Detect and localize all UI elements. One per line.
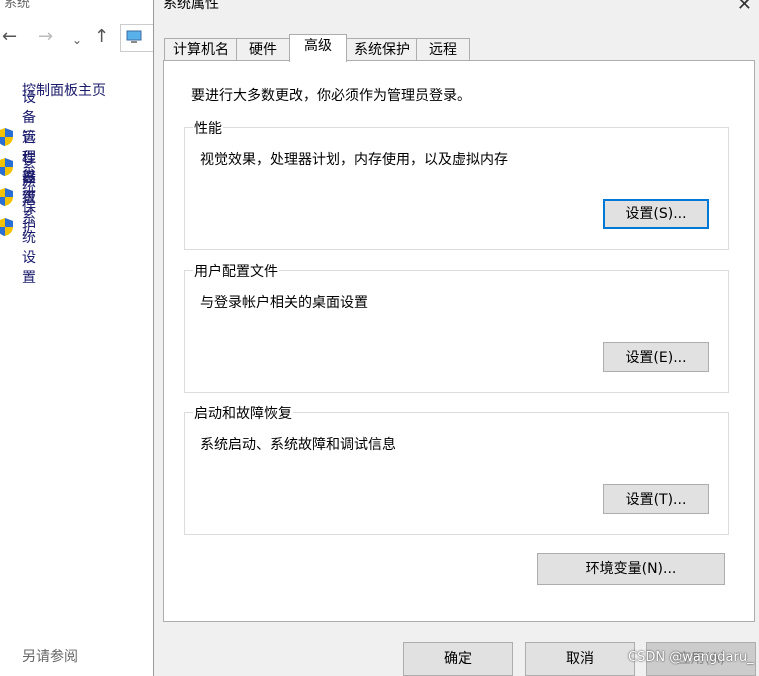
group-title: 启动和故障恢复 bbox=[193, 403, 293, 423]
shield-icon bbox=[0, 158, 13, 176]
tab-advanced[interactable]: 高级 bbox=[289, 34, 347, 62]
watermark-text: CSDN @wangdaru_ bbox=[628, 650, 754, 665]
user-profiles-group: 用户配置文件 与登录帐户相关的桌面设置 设置(E)... bbox=[184, 261, 729, 393]
shield-icon bbox=[0, 218, 13, 236]
group-title: 性能 bbox=[193, 118, 223, 138]
tab-hardware[interactable]: 硬件 bbox=[236, 38, 290, 61]
environment-variables-button[interactable]: 环境变量(N)... bbox=[537, 553, 725, 585]
back-icon[interactable]: ← bbox=[2, 27, 17, 47]
ok-button[interactable]: 确定 bbox=[403, 642, 513, 676]
group-title: 用户配置文件 bbox=[193, 261, 279, 281]
tab-remote[interactable]: 远程 bbox=[416, 38, 470, 61]
tab-computer-name[interactable]: 计算机名 bbox=[164, 38, 238, 61]
cancel-button[interactable]: 取消 bbox=[525, 642, 635, 676]
group-description: 系统启动、系统故障和调试信息 bbox=[200, 437, 396, 453]
chevron-down-icon[interactable]: ⌄ bbox=[72, 30, 82, 50]
performance-settings-button[interactable]: 设置(S)... bbox=[603, 199, 709, 229]
user-profiles-settings-button[interactable]: 设置(E)... bbox=[603, 342, 709, 372]
performance-group: 性能 视觉效果，处理器计划，内存使用，以及虚拟内存 设置(S)... bbox=[184, 118, 729, 250]
tab-system-protection[interactable]: 系统保护 bbox=[346, 38, 418, 61]
system-properties-dialog: 系统属性 ✕ 计算机名 硬件 高级 系统保护 远程 要进行大多数更改，你必须作为… bbox=[153, 0, 759, 676]
startup-recovery-settings-button[interactable]: 设置(T)... bbox=[603, 484, 709, 514]
admin-note: 要进行大多数更改，你必须作为管理员登录。 bbox=[191, 88, 471, 104]
up-icon[interactable]: ↑ bbox=[94, 27, 109, 47]
shield-icon bbox=[0, 188, 13, 206]
computer-icon bbox=[126, 30, 142, 43]
sidebar-item-label: 高级系统设置 bbox=[22, 170, 36, 286]
advanced-tab-panel: 要进行大多数更改，你必须作为管理员登录。 性能 视觉效果，处理器计划，内存使用，… bbox=[163, 60, 755, 622]
window-title: 系统 bbox=[4, 0, 31, 11]
startup-recovery-group: 启动和故障恢复 系统启动、系统故障和调试信息 设置(T)... bbox=[184, 403, 729, 535]
group-description: 视觉效果，处理器计划，内存使用，以及虚拟内存 bbox=[200, 152, 508, 168]
forward-icon[interactable]: → bbox=[38, 27, 53, 47]
control-panel-window: 系统 ← → ⌄ ↑ 控制面板主页 设备管理器 远程设置 系统保护 高级系统设置… bbox=[0, 0, 161, 676]
group-description: 与登录帐户相关的桌面设置 bbox=[200, 295, 368, 311]
dialog-title: 系统属性 bbox=[163, 0, 219, 12]
shield-icon bbox=[0, 128, 13, 146]
close-icon[interactable]: ✕ bbox=[737, 0, 752, 15]
see-also-heading: 另请参阅 bbox=[22, 649, 78, 665]
